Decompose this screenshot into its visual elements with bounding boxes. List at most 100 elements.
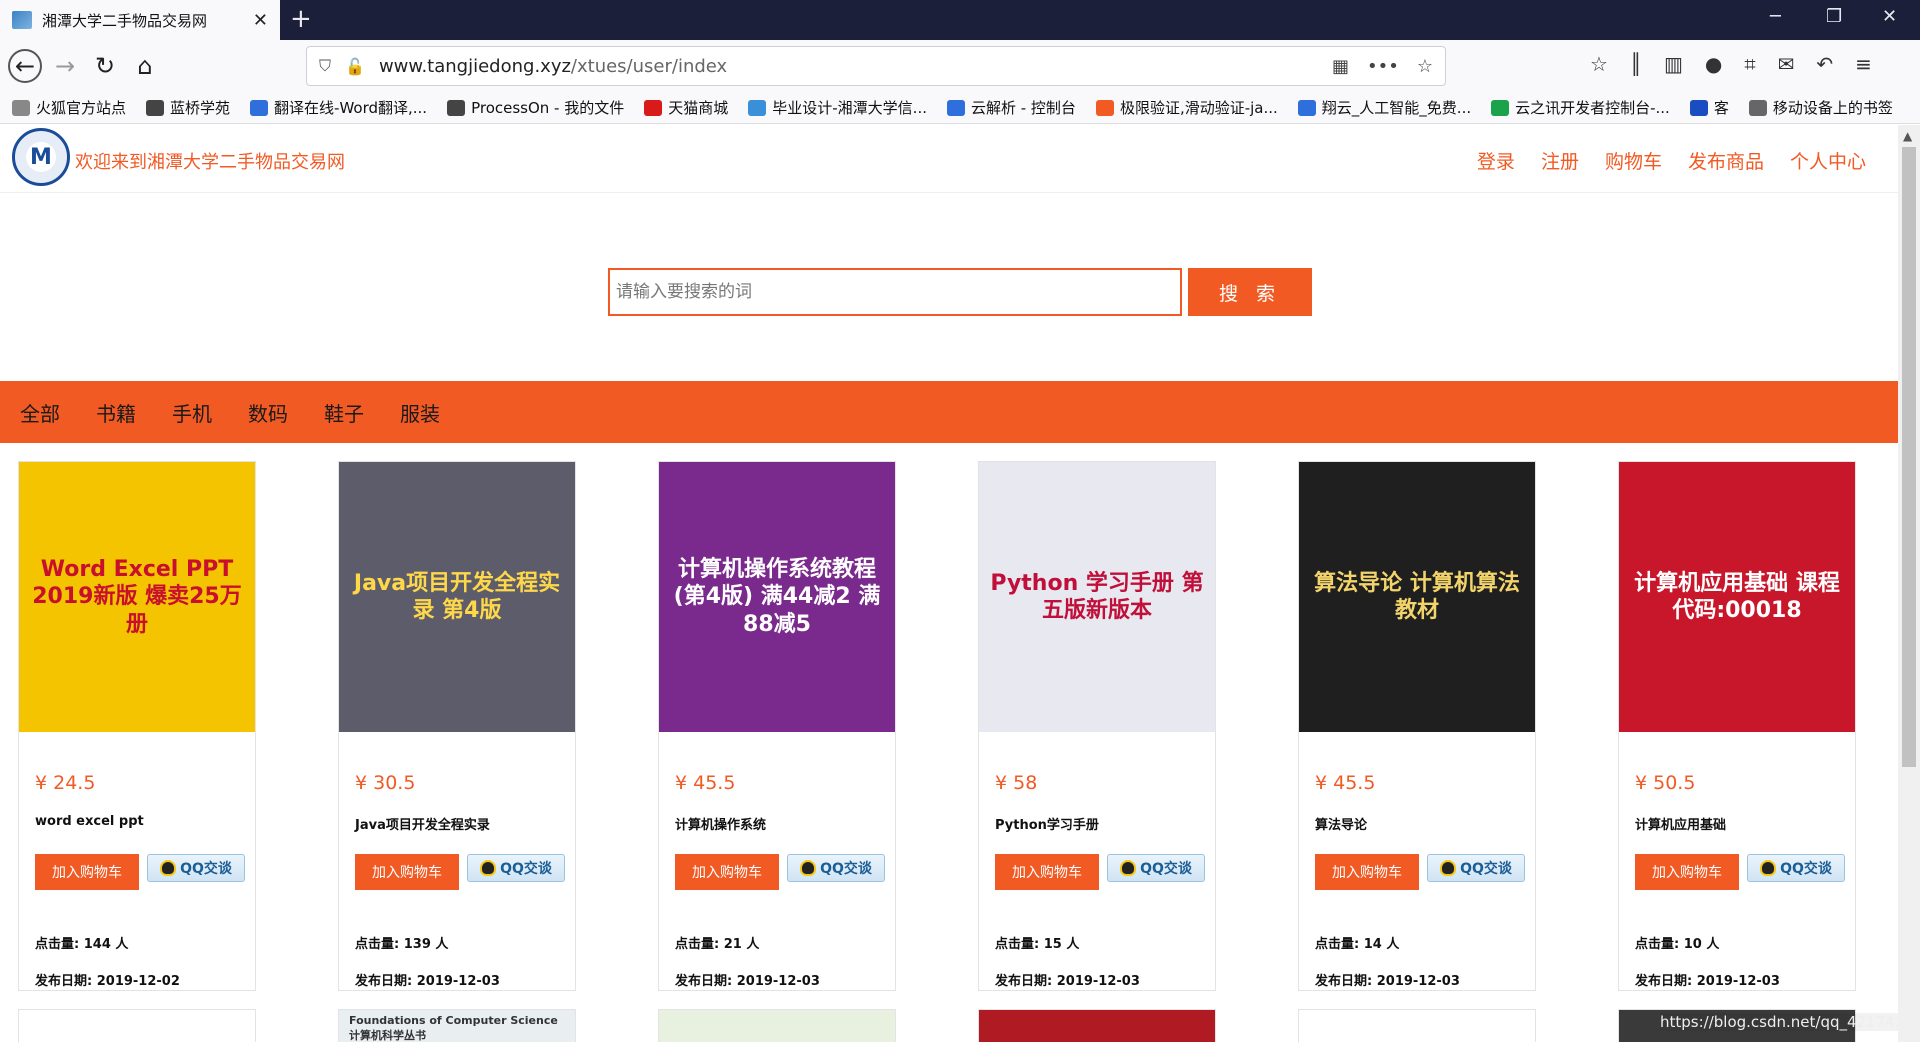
insecure-lock-icon[interactable]: 🔓: [345, 57, 365, 76]
category-shoes[interactable]: 鞋子: [324, 398, 364, 427]
page-actions-icon[interactable]: •••: [1367, 56, 1399, 77]
minimize-icon[interactable]: ─: [1770, 6, 1781, 27]
close-window-icon[interactable]: ✕: [1882, 6, 1897, 27]
add-to-cart-button[interactable]: 加入购物车: [1635, 854, 1739, 890]
bookmark-item[interactable]: 蓝桥学苑: [146, 97, 230, 118]
add-to-cart-button[interactable]: 加入购物车: [995, 854, 1099, 890]
category-phones[interactable]: 手机: [172, 398, 212, 427]
bookmark-item[interactable]: 翔云_人工智能_免费...: [1297, 97, 1471, 118]
bookmark-favicon-icon: [1689, 99, 1708, 116]
bookmark-item[interactable]: ProcessOn - 我的文件: [447, 97, 624, 118]
clicks-label: 点击量:: [35, 937, 80, 952]
date-label: 发布日期:: [1315, 974, 1373, 989]
home-icon[interactable]: ⌂: [128, 49, 162, 83]
cover-text: Foundations of Computer Science 计算机科学丛书: [349, 1014, 558, 1042]
product-cover-image[interactable]: 算法导论 计算机算法教材: [1299, 462, 1535, 732]
bookmark-item[interactable]: 极限验证,滑动验证-ja...: [1095, 97, 1278, 118]
back-icon[interactable]: ←: [8, 49, 42, 83]
product-card-partial[interactable]: [1298, 1009, 1536, 1042]
date-value: 2019-12-03: [416, 974, 500, 989]
scrollbar-thumb[interactable]: [1902, 147, 1916, 767]
forward-icon[interactable]: →: [48, 49, 82, 83]
add-to-cart-button[interactable]: 加入购物车: [1315, 854, 1419, 890]
top-nav: 登录 注册 购物车 发布商品 个人中心: [1477, 147, 1866, 174]
bookmark-item[interactable]: 火狐官方站点: [12, 97, 126, 118]
product-cover-image[interactable]: 计算机应用基础 课程代码:00018: [1619, 462, 1855, 732]
qq-chat-button[interactable]: QQ交谈: [1747, 854, 1845, 882]
product-cover-image[interactable]: Python 学习手册 第五版新版本: [979, 462, 1215, 732]
product-name[interactable]: 计算机操作系统: [675, 814, 766, 833]
category-books[interactable]: 书籍: [96, 398, 136, 427]
product-cover-image[interactable]: Word Excel PPT 2019新版 爆卖25万册: [19, 462, 255, 732]
register-link[interactable]: 注册: [1541, 147, 1579, 174]
add-to-cart-button[interactable]: 加入购物车: [675, 854, 779, 890]
category-digital[interactable]: 数码: [248, 398, 288, 427]
reload-icon[interactable]: ↻: [88, 49, 122, 83]
bookmark-item[interactable]: 移动设备上的书签: [1748, 97, 1893, 118]
category-all[interactable]: 全部: [20, 398, 60, 427]
qr-code-icon[interactable]: ▦: [1332, 56, 1349, 77]
qq-chat-label: QQ交谈: [820, 861, 872, 877]
scroll-up-icon[interactable]: ▲: [1903, 129, 1912, 143]
account-icon[interactable]: ●: [1705, 52, 1722, 76]
product-name[interactable]: 计算机应用基础: [1635, 814, 1726, 833]
shield-icon[interactable]: ⛉: [319, 56, 331, 76]
bookmark-item[interactable]: 翻译在线-Word翻译,...: [250, 97, 427, 118]
screenshot-icon[interactable]: ⌗: [1744, 52, 1755, 76]
browser-toolbar: ← → ↻ ⌂ ⛉ 🔓 www.tangjiedong.xyz/xtues/us…: [0, 40, 1920, 92]
bookmark-item[interactable]: 客: [1689, 97, 1729, 118]
qq-chat-button[interactable]: QQ交谈: [1427, 854, 1525, 882]
bookmark-item[interactable]: 云解析 - 控制台: [946, 97, 1076, 118]
product-cover-image[interactable]: 计算机操作系统教程(第4版) 满44减2 满88减5: [659, 462, 895, 732]
pin-icon[interactable]: ☆: [1590, 52, 1608, 76]
new-tab-icon[interactable]: +: [290, 4, 312, 34]
category-clothing[interactable]: 服装: [400, 398, 440, 427]
cart-link[interactable]: 购物车: [1605, 147, 1662, 174]
product-name[interactable]: Java项目开发全程实录: [355, 814, 490, 833]
library-icon[interactable]: ║: [1630, 52, 1642, 76]
product-card-partial[interactable]: Foundations of Computer Science 计算机科学丛书: [338, 1009, 576, 1042]
bookmark-star-icon[interactable]: ☆: [1417, 56, 1433, 77]
bookmark-label: 移动设备上的书签: [1772, 99, 1893, 117]
login-link[interactable]: 登录: [1477, 147, 1515, 174]
bookmark-item[interactable]: 天猫商城: [644, 97, 728, 118]
restore-icon[interactable]: ❐: [1826, 6, 1842, 27]
profile-link[interactable]: 个人中心: [1790, 147, 1866, 174]
cover-text: [979, 1010, 1215, 1018]
qq-chat-button[interactable]: QQ交谈: [1107, 854, 1205, 882]
product-cover-image[interactable]: Java项目开发全程实录 第4版: [339, 462, 575, 732]
qq-penguin-icon: [1760, 860, 1777, 876]
sidebar-icon[interactable]: ▥: [1664, 52, 1683, 76]
search-button[interactable]: 搜 索: [1188, 268, 1312, 316]
product-card-partial[interactable]: [18, 1009, 256, 1042]
product-card-partial[interactable]: [658, 1009, 896, 1042]
university-logo[interactable]: M: [12, 128, 70, 186]
product-name[interactable]: word excel ppt: [35, 814, 144, 829]
date-value: 2019-12-03: [1056, 974, 1140, 989]
search-input[interactable]: [608, 268, 1182, 316]
bookmark-favicon-icon: [146, 99, 165, 116]
undo-icon[interactable]: ↶: [1816, 52, 1833, 76]
address-bar[interactable]: ⛉ 🔓 www.tangjiedong.xyz/xtues/user/index…: [306, 46, 1446, 86]
page-scrollbar[interactable]: ▲: [1898, 125, 1920, 1042]
product-card: Python 学习手册 第五版新版本 ¥ 58 Python学习手册 加入购物车…: [978, 461, 1216, 991]
url-text[interactable]: www.tangjiedong.xyz/xtues/user/index: [379, 56, 1314, 77]
close-tab-icon[interactable]: ✕: [253, 10, 268, 31]
qq-chat-button[interactable]: QQ交谈: [467, 854, 565, 882]
browser-tab[interactable]: 湘潭大学二手物品交易网 ✕: [0, 0, 280, 40]
product-card: Word Excel PPT 2019新版 爆卖25万册 ¥ 24.5 word…: [18, 461, 256, 991]
qq-chat-label: QQ交谈: [1780, 861, 1832, 877]
qq-chat-button[interactable]: QQ交谈: [147, 854, 245, 882]
product-name[interactable]: Python学习手册: [995, 814, 1099, 833]
bookmark-item[interactable]: 毕业设计-湘潭大学信...: [748, 97, 927, 118]
bookmark-item[interactable]: 云之讯开发者控制台-...: [1491, 97, 1670, 118]
bookmark-label: 翻译在线-Word翻译,...: [274, 99, 428, 117]
chat-icon[interactable]: ✉: [1778, 52, 1795, 76]
product-name[interactable]: 算法导论: [1315, 814, 1367, 833]
add-to-cart-button[interactable]: 加入购物车: [355, 854, 459, 890]
product-card-partial[interactable]: [978, 1009, 1216, 1042]
qq-chat-button[interactable]: QQ交谈: [787, 854, 885, 882]
add-to-cart-button[interactable]: 加入购物车: [35, 854, 139, 890]
menu-icon[interactable]: ≡: [1855, 52, 1872, 76]
publish-link[interactable]: 发布商品: [1688, 147, 1764, 174]
